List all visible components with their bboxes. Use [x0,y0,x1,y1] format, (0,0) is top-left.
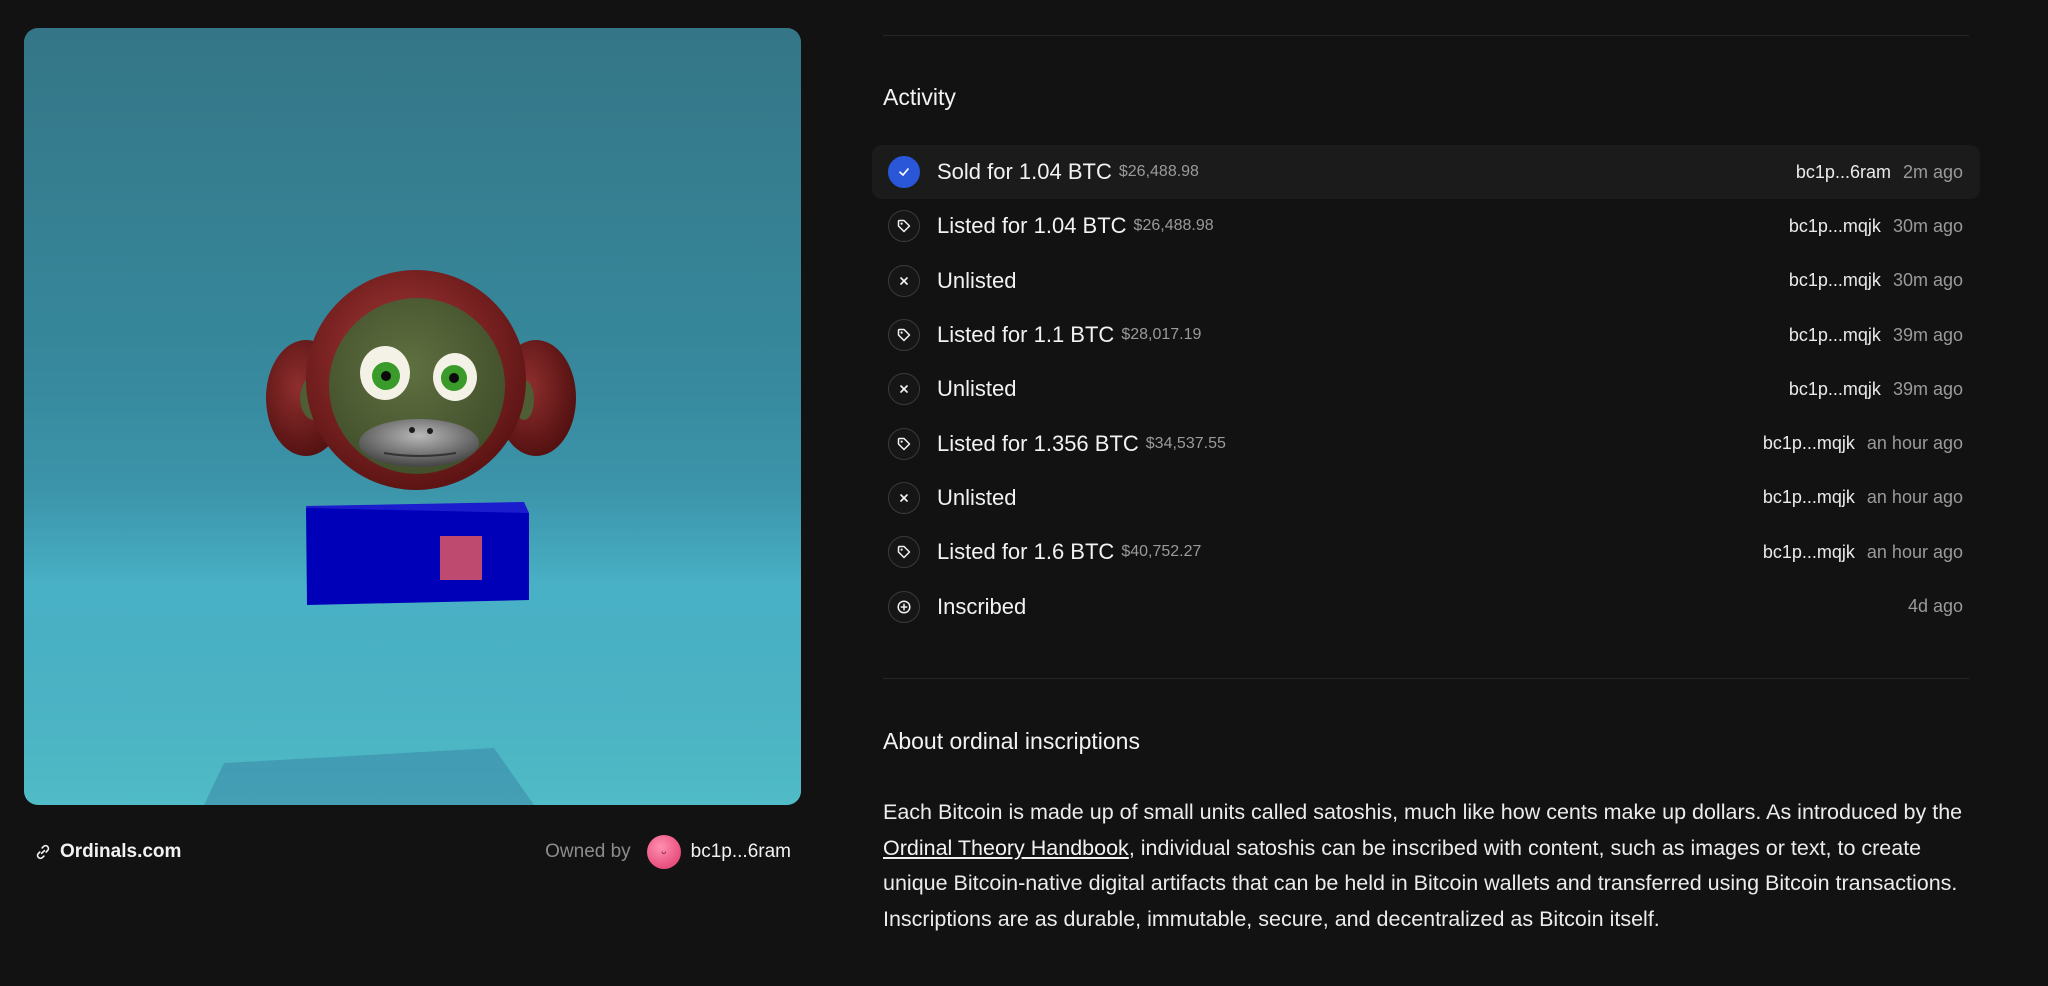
activity-row[interactable]: Listed for 1.04 BTC $26,488.98 bc1p...mqjk… [872,199,1980,253]
activity-row[interactable]: Listed for 1.6 BTC $40,752.27 bc1p...mqjk a… [872,525,1980,579]
activity-row[interactable]: Inscribed 4d ago [872,579,1980,633]
event-time: 39m ago [1892,378,1963,399]
tag-icon [888,536,920,569]
event-description: Sold for 1.04 BTC [937,159,1112,185]
plus-circle-icon [888,590,920,623]
event-address[interactable]: bc1p...mqjk [1789,325,1881,346]
event-description: Inscribed [937,593,1027,619]
activity-list: Sold for 1.04 BTC $26,488.98 bc1p...6ram 2m… [872,145,1980,634]
event-description: Listed for 1.6 BTC [937,539,1115,565]
event-description: Listed for 1.04 BTC [937,213,1127,239]
event-usd-price: $26,488.98 [1133,217,1214,235]
event-description: Listed for 1.356 BTC [937,430,1139,456]
about-text-start: Each Bitcoin is made up of small units c… [883,800,1963,824]
event-time: 39m ago [1892,324,1963,345]
owned-by-label: Owned by [545,841,631,862]
event-address[interactable]: bc1p...mqjk [1789,216,1881,237]
activity-row[interactable]: Sold for 1.04 BTC $26,488.98 bc1p...6ram 2m… [872,145,1980,200]
details-panel: Activity Sold for 1.04 BTC $26,488.98 bc1p… [872,0,1980,986]
activity-row[interactable]: Unlisted bc1p...mqjk 39m ago [872,362,1980,416]
event-address[interactable]: bc1p...mqjk [1763,487,1855,508]
event-address[interactable]: bc1p...6ram [1796,162,1891,183]
event-description: Unlisted [937,484,1017,510]
event-usd-price: $34,537.55 [1145,434,1226,452]
event-time: 2m ago [1902,161,1963,182]
inscription-image[interactable] [24,28,801,805]
owner-address[interactable]: bc1p...6ram [691,841,791,863]
activity-row[interactable]: Listed for 1.356 BTC $34,537.55 bc1p...mqj… [872,416,1980,470]
activity-row[interactable]: Unlisted bc1p...mqjk an hour ago [872,471,1980,525]
monkey-artwork [24,270,801,805]
link-icon [36,844,50,860]
event-description: Listed for 1.1 BTC [937,322,1115,348]
owner-avatar[interactable]: ᵕ [646,835,681,869]
event-address[interactable]: bc1p...mqjk [1789,270,1881,291]
about-text: Each Bitcoin is made up of small units c… [883,795,1969,937]
check-icon [888,156,920,189]
ordinal-theory-handbook-link[interactable]: Ordinal Theory Handbook [883,836,1129,860]
event-usd-price: $40,752.27 [1121,543,1202,561]
event-time: an hour ago [1866,541,1963,562]
event-time: an hour ago [1866,487,1963,508]
event-address[interactable]: bc1p...mqjk [1763,433,1855,454]
activity-row[interactable]: Unlisted bc1p...mqjk 30m ago [872,254,1980,308]
event-description: Unlisted [937,376,1017,402]
event-description: Unlisted [937,267,1017,293]
x-icon [888,373,920,406]
event-usd-price: $26,488.98 [1118,163,1199,181]
owner-info: Owned by ᵕ bc1p...6ram [545,835,801,869]
tag-icon [888,427,920,460]
event-time: 30m ago [1892,270,1963,291]
inscription-meta: Ordinals.com Owned by ᵕ bc1p...6ram [24,830,801,874]
about-title: About ordinal inscriptions [883,728,1140,754]
event-time: an hour ago [1866,433,1963,454]
mid-divider [883,678,1969,679]
event-address[interactable]: bc1p...mqjk [1789,379,1881,400]
ordinals-link-label: Ordinals.com [60,841,182,862]
activity-title: Activity [883,84,956,110]
event-usd-price: $28,017.19 [1121,326,1202,344]
event-time: 30m ago [1892,215,1963,236]
activity-row[interactable]: Listed for 1.1 BTC $28,017.19 bc1p...mqjk 3… [872,308,1980,362]
event-address[interactable]: bc1p...mqjk [1763,542,1855,563]
top-divider [883,35,1969,36]
tag-icon [888,210,920,243]
event-time: 4d ago [1907,596,1963,617]
x-icon [888,264,920,297]
x-icon [888,481,920,514]
tag-icon [888,319,920,352]
ordinals-link[interactable]: Ordinals.com [24,841,181,863]
